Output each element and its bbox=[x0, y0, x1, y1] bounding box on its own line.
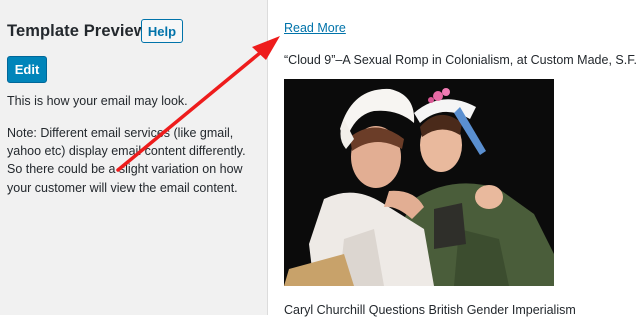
read-more-link[interactable]: Read More bbox=[284, 21, 346, 35]
article-photo bbox=[284, 79, 554, 286]
panel-title: Template Preview bbox=[7, 22, 147, 40]
help-button[interactable]: Help bbox=[141, 19, 183, 43]
edit-button[interactable]: Edit bbox=[7, 56, 47, 83]
note-text: Note: Different email services (like gma… bbox=[7, 126, 246, 195]
article-headline: “Cloud 9”–A Sexual Romp in Colonialism, … bbox=[284, 53, 637, 67]
intro-text: This is how your email may look. bbox=[7, 94, 188, 108]
template-preview-panel: Template Preview Help Edit This is how y… bbox=[0, 0, 268, 315]
photo-illustration bbox=[284, 79, 554, 286]
email-preview: Read More “Cloud 9”–A Sexual Romp in Col… bbox=[269, 0, 640, 317]
